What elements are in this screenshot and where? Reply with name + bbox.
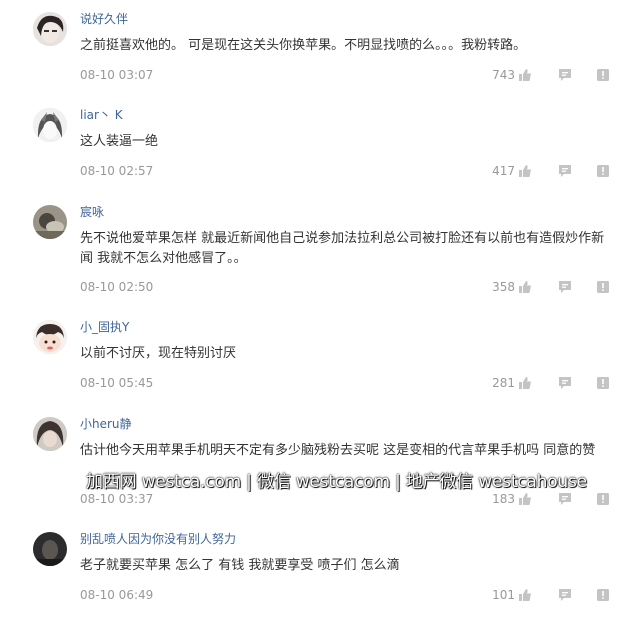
thumbs-up-icon bbox=[519, 377, 531, 389]
username[interactable]: 小_固执Y bbox=[80, 320, 129, 334]
like-button[interactable]: 417 bbox=[492, 164, 532, 178]
report-flag-icon[interactable] bbox=[596, 588, 610, 602]
avatar[interactable] bbox=[33, 417, 67, 451]
comment-time: 08-10 05:45 bbox=[80, 376, 154, 390]
like-count: 743 bbox=[492, 68, 515, 82]
report-flag-icon[interactable] bbox=[596, 164, 610, 178]
avatar[interactable] bbox=[33, 108, 67, 142]
username[interactable]: 别乱喷人因为你没有别人努力 bbox=[80, 532, 236, 546]
like-button[interactable]: 183 bbox=[492, 492, 532, 506]
comment-time: 08-10 03:37 bbox=[80, 492, 154, 506]
report-flag-icon[interactable] bbox=[596, 376, 610, 390]
comment-text: 以前不讨厌，现在特别讨厌 bbox=[80, 346, 237, 361]
avatar[interactable] bbox=[33, 12, 67, 46]
comment-time: 08-10 02:57 bbox=[80, 164, 154, 178]
comment-bubble-icon[interactable] bbox=[558, 280, 572, 294]
comment-text: 先不说他爱苹果怎样 就最近新闻他自己说参加法拉利总公司被打脸还有以前也有造假炒作… bbox=[80, 231, 605, 266]
comment-bubble-icon[interactable] bbox=[558, 68, 572, 82]
comment-actions: 101 bbox=[492, 587, 610, 603]
thumbs-up-icon bbox=[519, 493, 531, 505]
comment-actions: 743 bbox=[492, 67, 610, 83]
avatar[interactable] bbox=[33, 532, 67, 566]
comment-actions: 358 bbox=[492, 279, 610, 295]
comment-bubble-icon[interactable] bbox=[558, 588, 572, 602]
username[interactable]: 说好久伴 bbox=[80, 12, 128, 26]
avatar[interactable] bbox=[33, 205, 67, 239]
comment-actions: 417 bbox=[492, 163, 610, 179]
like-count: 358 bbox=[492, 280, 515, 294]
like-count: 417 bbox=[492, 164, 515, 178]
comment-text: 估计他今天用苹果手机明天不定有多少脑残粉去买呢 这是变相的代言苹果手机吗 同意的… bbox=[80, 443, 596, 458]
username[interactable]: 宸咏 bbox=[80, 205, 104, 219]
like-button[interactable]: 743 bbox=[492, 68, 532, 82]
username[interactable]: liar丶 K bbox=[80, 108, 123, 122]
report-flag-icon[interactable] bbox=[596, 280, 610, 294]
like-count: 281 bbox=[492, 376, 515, 390]
thumbs-up-icon bbox=[519, 165, 531, 177]
like-count: 101 bbox=[492, 588, 515, 602]
comment-text: 老子就要买苹果 怎么了 有钱 我就要享受 喷子们 怎么滴 bbox=[80, 558, 400, 573]
username[interactable]: 小heru静 bbox=[80, 417, 132, 431]
comment-bubble-icon[interactable] bbox=[558, 492, 572, 506]
like-button[interactable]: 358 bbox=[492, 280, 532, 294]
comment-time: 08-10 03:07 bbox=[80, 68, 154, 82]
avatar[interactable] bbox=[33, 320, 67, 354]
comment-text: 之前挺喜欢他的。 可是现在这关头你换苹果。不明显找喷的么。。。我粉转路。 bbox=[80, 38, 527, 53]
like-count: 183 bbox=[492, 492, 515, 506]
comment-time: 08-10 06:49 bbox=[80, 588, 154, 602]
comment-time: 08-10 02:50 bbox=[80, 280, 154, 294]
comment-actions: 183 bbox=[492, 491, 610, 507]
comment-actions: 281 bbox=[492, 375, 610, 391]
like-button[interactable]: 101 bbox=[492, 588, 532, 602]
like-button[interactable]: 281 bbox=[492, 376, 532, 390]
report-flag-icon[interactable] bbox=[596, 492, 610, 506]
comment-text: 这人装逼一绝 bbox=[80, 134, 159, 149]
thumbs-up-icon bbox=[519, 281, 531, 293]
comment-bubble-icon[interactable] bbox=[558, 376, 572, 390]
watermark: 加西网 westca.com | 微信 westcacom | 地产微信 wes… bbox=[86, 472, 587, 492]
report-flag-icon[interactable] bbox=[596, 68, 610, 82]
comment-bubble-icon[interactable] bbox=[558, 164, 572, 178]
thumbs-up-icon bbox=[519, 589, 531, 601]
thumbs-up-icon bbox=[519, 69, 531, 81]
